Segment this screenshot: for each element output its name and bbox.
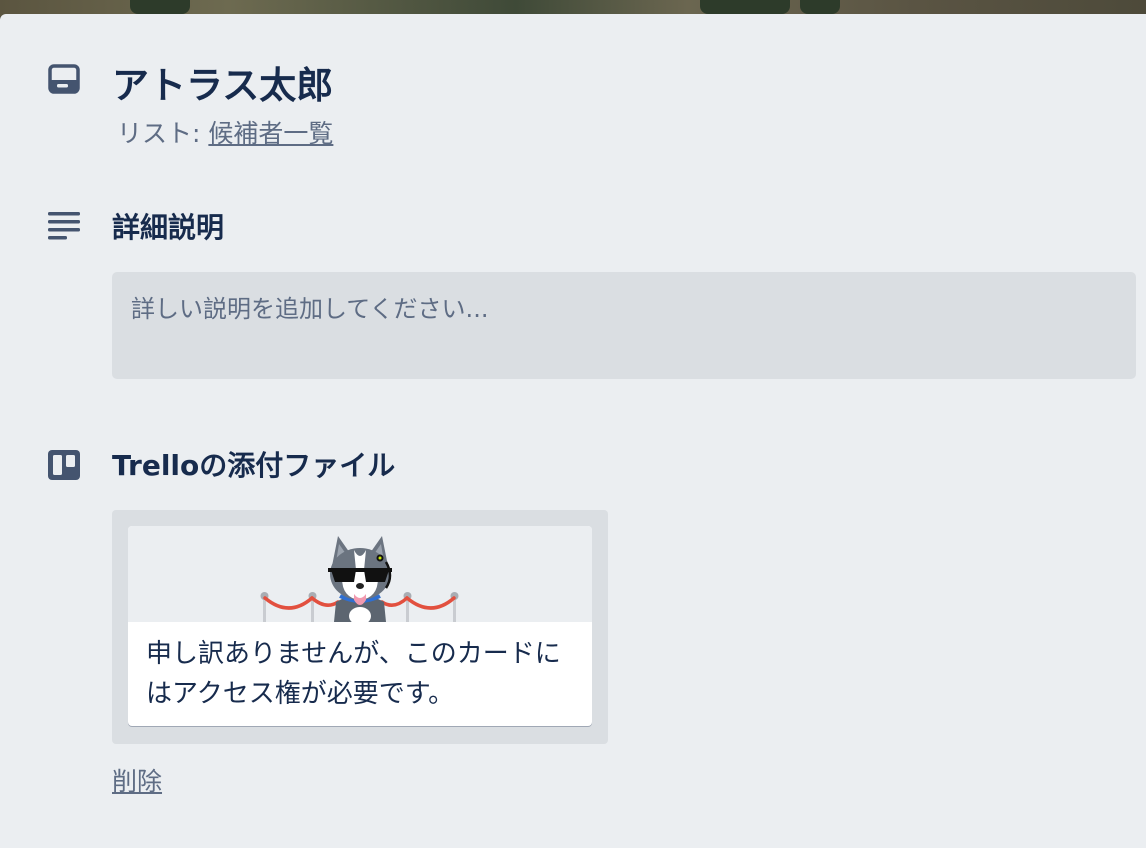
description-input[interactable]: 詳しい説明を追加してください...: [112, 272, 1136, 379]
delete-attachment-link[interactable]: 削除: [112, 762, 162, 798]
background-foliage: [700, 0, 790, 14]
husky-mascot-icon: [260, 536, 459, 625]
list-breadcrumb: リスト: 候補者一覧: [117, 114, 333, 150]
description-heading: 詳細説明: [112, 211, 225, 244]
attached-card[interactable]: 申し訳ありませんが、このカードにはアクセス権が必要です。: [128, 526, 592, 726]
description-placeholder: 詳しい説明を追加してください...: [131, 295, 489, 323]
trello-board-icon: [48, 450, 80, 484]
background-foliage: [130, 0, 190, 14]
card-detail-window: アトラス太郎 リスト: 候補者一覧 詳細説明 詳しい説明を追加してください...…: [0, 14, 1146, 848]
list-prefix-label: リスト:: [117, 119, 209, 148]
description-lines-icon: [48, 212, 80, 244]
card-cover: [128, 526, 592, 625]
card-title[interactable]: アトラス太郎: [112, 65, 333, 107]
trello-attachment: 申し訳ありませんが、このカードにはアクセス権が必要です。: [112, 510, 608, 744]
background-foliage: [800, 0, 840, 14]
access-required-message: 申し訳ありませんが、このカードにはアクセス権が必要です。: [146, 639, 561, 709]
trello-attachments-heading: Trelloの添付ファイル: [112, 449, 396, 482]
list-name-link[interactable]: 候補者一覧: [208, 119, 333, 148]
card-icon: [48, 64, 80, 98]
